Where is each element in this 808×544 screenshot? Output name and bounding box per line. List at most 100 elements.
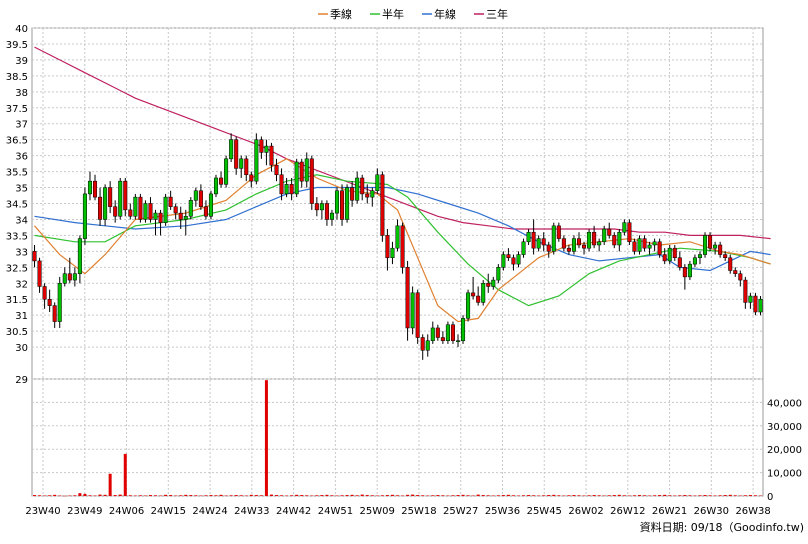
x-tick-label: 25W27 bbox=[443, 506, 478, 517]
volume-bar bbox=[275, 495, 279, 496]
volume-bar bbox=[380, 495, 384, 496]
volume-bar bbox=[305, 495, 309, 496]
candle-body bbox=[98, 196, 103, 220]
volume-bar bbox=[622, 495, 626, 496]
candle-body bbox=[153, 212, 158, 220]
candle-body bbox=[158, 212, 163, 223]
volume-bar bbox=[738, 495, 742, 497]
candle-body bbox=[67, 273, 72, 281]
candle-body bbox=[753, 295, 758, 313]
candle-body bbox=[239, 158, 244, 169]
candle-body bbox=[163, 196, 168, 223]
volume-bar bbox=[179, 495, 183, 496]
volume-bar bbox=[411, 494, 415, 496]
volume-bar bbox=[164, 494, 168, 496]
candle-body bbox=[118, 180, 123, 217]
candle-body bbox=[551, 225, 556, 252]
x-tick-label: 25W36 bbox=[485, 506, 520, 517]
candle-body bbox=[360, 177, 365, 195]
candle-body bbox=[113, 206, 118, 217]
volume-bar bbox=[234, 495, 238, 496]
volume-bar bbox=[143, 495, 147, 497]
candle-body bbox=[526, 231, 531, 243]
candle-body bbox=[37, 260, 42, 287]
price-tick-label: 37.5 bbox=[6, 104, 28, 115]
candle-body bbox=[138, 196, 143, 220]
price-tick-label: 33.5 bbox=[6, 231, 28, 242]
candle-body bbox=[642, 238, 647, 249]
volume-bar bbox=[259, 495, 263, 496]
price-tick-label: 39.5 bbox=[6, 40, 28, 51]
volume-bar bbox=[345, 495, 349, 496]
candle-body bbox=[77, 238, 82, 274]
candle-body bbox=[405, 267, 410, 329]
volume-bar bbox=[678, 495, 682, 496]
volume-bar bbox=[733, 495, 737, 496]
volume-bar bbox=[103, 494, 107, 496]
candle-body bbox=[481, 283, 486, 303]
volume-bar bbox=[532, 495, 536, 496]
candle-body bbox=[471, 292, 476, 297]
candle-body bbox=[299, 161, 304, 182]
volume-bar bbox=[602, 495, 606, 497]
candle-body bbox=[32, 251, 37, 262]
candle-body bbox=[254, 139, 259, 182]
volume-bar bbox=[335, 495, 339, 497]
candle-body bbox=[259, 139, 264, 153]
x-tick-label: 25W09 bbox=[359, 506, 394, 517]
volume-bar bbox=[83, 493, 87, 496]
volume-bar bbox=[229, 495, 233, 496]
candle-body bbox=[743, 279, 748, 303]
candle-body bbox=[430, 327, 435, 341]
volume-bar bbox=[189, 495, 193, 496]
volume-bar bbox=[295, 494, 299, 496]
volume-bar bbox=[673, 495, 677, 497]
candle-body bbox=[521, 241, 526, 255]
candle-body bbox=[269, 145, 274, 166]
candle-body bbox=[178, 212, 183, 220]
volume-bar bbox=[98, 494, 102, 496]
x-tick-label: 24W51 bbox=[318, 506, 353, 517]
volume-bar bbox=[123, 453, 127, 496]
volume-bar bbox=[385, 495, 389, 496]
volume-bar bbox=[159, 495, 163, 497]
volume-bar bbox=[637, 495, 641, 496]
volume-bar bbox=[501, 495, 505, 496]
candle-body bbox=[597, 241, 602, 246]
candle-body bbox=[536, 238, 541, 249]
volume-bar bbox=[703, 495, 707, 496]
volume-bar bbox=[204, 495, 208, 496]
price-tick-label: 38 bbox=[15, 88, 28, 99]
candle-body bbox=[652, 241, 657, 246]
legend-label: 三年 bbox=[486, 7, 508, 21]
volume-bar bbox=[698, 495, 702, 496]
volume-bar bbox=[113, 495, 117, 496]
price-tick-label: 39 bbox=[15, 56, 28, 67]
volume-bar bbox=[577, 495, 581, 496]
volume-tick-label: 20,000 bbox=[767, 445, 802, 456]
volume-bar bbox=[33, 495, 37, 496]
volume-bar bbox=[547, 495, 551, 496]
volume-bar bbox=[350, 494, 354, 496]
candle-body bbox=[47, 298, 52, 306]
price-tick-label: 29 bbox=[15, 375, 28, 386]
candle-body bbox=[566, 247, 571, 252]
candle-body bbox=[284, 184, 289, 195]
candle-body bbox=[582, 244, 587, 249]
volume-bar bbox=[668, 495, 672, 496]
x-tick-label: 25W18 bbox=[401, 506, 436, 517]
volume-bar bbox=[401, 495, 405, 497]
candle-body bbox=[324, 203, 329, 220]
volume-bar bbox=[224, 495, 228, 497]
candle-body bbox=[87, 180, 92, 195]
x-tick-label: 24W15 bbox=[151, 506, 186, 517]
volume-bar bbox=[728, 494, 732, 496]
volume-tick-label: 40,000 bbox=[767, 398, 802, 409]
volume-bar bbox=[249, 494, 253, 496]
candle-body bbox=[476, 295, 481, 303]
candle-body bbox=[571, 238, 576, 252]
candle-body bbox=[395, 225, 400, 249]
volume-bar bbox=[269, 494, 273, 496]
candle-body bbox=[264, 145, 269, 153]
volume-bar bbox=[486, 495, 490, 496]
